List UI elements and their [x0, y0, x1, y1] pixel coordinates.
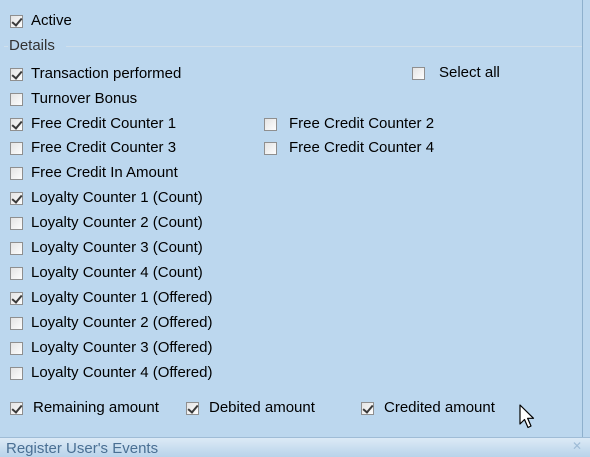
checkbox-label: Loyalty Counter 1 (Offered): [31, 289, 213, 306]
select-all-label: Select all: [439, 64, 500, 81]
checkbox[interactable]: [10, 67, 23, 81]
checkbox[interactable]: [10, 216, 23, 230]
checkbox-label: Free Credit In Amount: [31, 164, 178, 181]
checkbox-label: Loyalty Counter 2 (Offered): [31, 314, 213, 331]
checkbox-row-free-credit-in-amount[interactable]: Free Credit In Amount: [10, 163, 178, 183]
checkbox[interactable]: [10, 141, 23, 155]
checkbox-row-remaining-amount[interactable]: Remaining amount: [10, 398, 159, 418]
details-group-title: Details: [9, 37, 55, 54]
checkbox[interactable]: [264, 117, 277, 131]
checkbox-label: Credited amount: [384, 399, 495, 416]
event-settings-panel: Active Details Select all Transaction pe…: [0, 0, 590, 437]
checkbox-label: Loyalty Counter 4 (Offered): [31, 364, 213, 381]
checkbox-row-credited-amount[interactable]: Credited amount: [361, 398, 495, 418]
checkbox-label: Free Credit Counter 2: [289, 115, 435, 132]
active-checkbox[interactable]: [10, 14, 23, 28]
checkbox-label: Free Credit Counter 1: [31, 115, 177, 132]
checkbox-label: Loyalty Counter 3 (Offered): [31, 339, 213, 356]
checkbox-label: Loyalty Counter 4 (Count): [31, 264, 203, 281]
active-label: Active: [31, 12, 72, 29]
checkbox[interactable]: [10, 366, 23, 380]
details-group-border: [66, 46, 582, 47]
select-all-row[interactable]: Select all: [412, 63, 500, 83]
checkbox-row-loyalty-counter-4-count[interactable]: Loyalty Counter 4 (Count): [10, 263, 203, 283]
checkbox-row-loyalty-counter-1-offered[interactable]: Loyalty Counter 1 (Offered): [10, 288, 212, 308]
checkbox-label: Loyalty Counter 2 (Count): [31, 214, 203, 231]
checkbox[interactable]: [10, 191, 23, 205]
checkbox-row-transaction-performed[interactable]: Transaction performed: [10, 64, 181, 84]
checkbox[interactable]: [10, 266, 23, 280]
checkbox[interactable]: [10, 341, 23, 355]
checkbox[interactable]: [10, 92, 23, 106]
checkbox-row-loyalty-counter-2-count[interactable]: Loyalty Counter 2 (Count): [10, 213, 203, 233]
checkbox-label: Loyalty Counter 3 (Count): [31, 239, 203, 256]
checkbox-row-free-credit-counter-1[interactable]: Free Credit Counter 1: [10, 114, 176, 134]
active-checkbox-row[interactable]: Active: [10, 11, 72, 31]
checkbox-row-loyalty-counter-1-count[interactable]: Loyalty Counter 1 (Count): [10, 188, 203, 208]
checkbox-label: Loyalty Counter 1 (Count): [31, 189, 203, 206]
checkbox[interactable]: [10, 401, 23, 415]
checkbox[interactable]: [186, 401, 199, 415]
checkbox-label: Debited amount: [209, 399, 315, 416]
checkbox[interactable]: [264, 141, 277, 155]
arrow-cursor-icon: [519, 404, 535, 429]
checkbox-row-free-credit-counter-2[interactable]: Free Credit Counter 2: [264, 114, 434, 134]
select-all-checkbox[interactable]: [412, 66, 425, 80]
checkbox-label: Transaction performed: [31, 65, 182, 82]
checkbox[interactable]: [10, 291, 23, 305]
checkbox-row-loyalty-counter-3-offered[interactable]: Loyalty Counter 3 (Offered): [10, 338, 212, 358]
checkbox[interactable]: [10, 166, 23, 180]
checkbox-row-loyalty-counter-4-offered[interactable]: Loyalty Counter 4 (Offered): [10, 363, 212, 383]
checkbox-row-free-credit-counter-3[interactable]: Free Credit Counter 3: [10, 138, 176, 158]
checkbox-label: Turnover Bonus: [31, 90, 138, 107]
panel-right-border: [582, 0, 583, 437]
checkbox-label: Free Credit Counter 3: [31, 139, 177, 156]
checkbox[interactable]: [10, 241, 23, 255]
checkbox[interactable]: [10, 117, 23, 131]
checkbox-label: Remaining amount: [33, 399, 159, 416]
details-group-border-left: [4, 46, 8, 47]
footer-title: Register User's Events: [6, 440, 159, 457]
register-users-events-header[interactable]: Register User's Events ✕: [0, 437, 590, 457]
checkbox-row-loyalty-counter-2-offered[interactable]: Loyalty Counter 2 (Offered): [10, 313, 212, 333]
checkbox-row-free-credit-counter-4[interactable]: Free Credit Counter 4: [264, 138, 434, 158]
checkbox-label: Free Credit Counter 4: [289, 139, 435, 156]
checkbox-row-turnover-bonus[interactable]: Turnover Bonus: [10, 89, 137, 109]
checkbox-row-debited-amount[interactable]: Debited amount: [186, 398, 315, 418]
checkbox-row-loyalty-counter-3-count[interactable]: Loyalty Counter 3 (Count): [10, 238, 203, 258]
checkbox[interactable]: [10, 316, 23, 330]
checkbox[interactable]: [361, 401, 374, 415]
close-icon[interactable]: ✕: [572, 439, 582, 453]
